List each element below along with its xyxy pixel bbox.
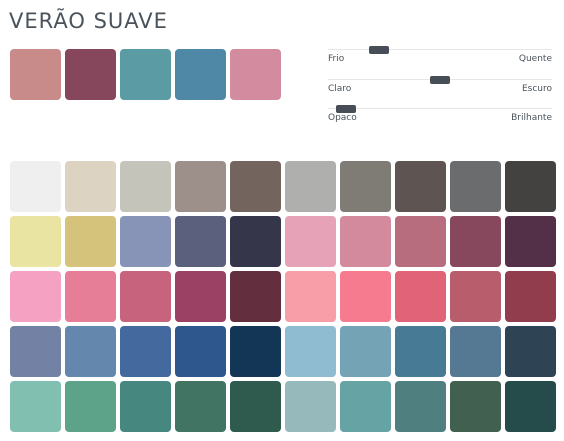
color-swatch[interactable]	[285, 271, 336, 322]
color-swatch[interactable]	[65, 216, 116, 267]
slider-left-label: Frio	[328, 54, 345, 64]
color-swatch[interactable]	[450, 271, 501, 322]
color-swatch[interactable]	[340, 271, 391, 322]
color-swatch[interactable]	[395, 381, 446, 432]
color-swatch[interactable]	[65, 271, 116, 322]
color-swatch[interactable]	[395, 216, 446, 267]
color-swatch[interactable]	[340, 381, 391, 432]
color-swatch[interactable]	[10, 161, 61, 212]
slider-thumb[interactable]	[336, 105, 356, 113]
color-swatch[interactable]	[505, 216, 556, 267]
slider-claro-escuro[interactable]: Claro Escuro	[328, 76, 552, 106]
featured-swatch[interactable]	[230, 49, 281, 100]
color-swatch[interactable]	[505, 271, 556, 322]
featured-swatch[interactable]	[10, 49, 61, 100]
color-swatch[interactable]	[120, 216, 171, 267]
color-swatch[interactable]	[175, 381, 226, 432]
color-swatch[interactable]	[10, 271, 61, 322]
color-swatch[interactable]	[450, 326, 501, 377]
color-swatch[interactable]	[285, 326, 336, 377]
color-swatch[interactable]	[505, 326, 556, 377]
slider-frio-quente[interactable]: Frio Quente	[328, 46, 552, 76]
color-swatch[interactable]	[230, 381, 281, 432]
color-swatch[interactable]	[175, 271, 226, 322]
color-swatch[interactable]	[395, 326, 446, 377]
color-swatch[interactable]	[65, 326, 116, 377]
slider-track	[328, 49, 552, 50]
color-swatch[interactable]	[450, 381, 501, 432]
color-swatch[interactable]	[340, 326, 391, 377]
color-swatch[interactable]	[450, 216, 501, 267]
slider-track	[328, 108, 552, 109]
featured-swatch[interactable]	[120, 49, 171, 100]
slider-right-label: Brilhante	[511, 113, 552, 123]
color-swatch[interactable]	[10, 326, 61, 377]
color-swatch[interactable]	[120, 326, 171, 377]
color-swatch[interactable]	[285, 381, 336, 432]
color-swatch[interactable]	[10, 216, 61, 267]
color-swatch[interactable]	[230, 326, 281, 377]
color-swatch[interactable]	[505, 161, 556, 212]
slider-left-label: Opaco	[328, 113, 357, 123]
color-swatch[interactable]	[450, 161, 501, 212]
slider-left-label: Claro	[328, 84, 352, 94]
color-swatch[interactable]	[285, 216, 336, 267]
color-swatch[interactable]	[175, 216, 226, 267]
color-swatch[interactable]	[175, 326, 226, 377]
featured-swatch[interactable]	[65, 49, 116, 100]
slider-right-label: Escuro	[521, 84, 552, 94]
color-swatch[interactable]	[120, 271, 171, 322]
color-swatch[interactable]	[120, 381, 171, 432]
color-swatch[interactable]	[340, 216, 391, 267]
featured-swatch[interactable]	[175, 49, 226, 100]
color-swatch[interactable]	[10, 381, 61, 432]
color-swatch[interactable]	[175, 161, 226, 212]
color-swatch[interactable]	[65, 161, 116, 212]
color-swatch[interactable]	[230, 216, 281, 267]
color-swatch[interactable]	[340, 161, 391, 212]
color-swatch[interactable]	[395, 161, 446, 212]
color-swatch[interactable]	[285, 161, 336, 212]
slider-opaco-brilhante[interactable]: Opaco Brilhante	[328, 105, 552, 135]
color-swatch[interactable]	[230, 271, 281, 322]
slider-thumb[interactable]	[369, 46, 389, 54]
slider-right-label: Quente	[518, 54, 552, 64]
color-swatch[interactable]	[505, 381, 556, 432]
color-swatch[interactable]	[395, 271, 446, 322]
color-swatch[interactable]	[230, 161, 281, 212]
color-swatch[interactable]	[120, 161, 171, 212]
color-swatch[interactable]	[65, 381, 116, 432]
slider-thumb[interactable]	[430, 76, 450, 84]
palette-title: VERÃO SUAVE	[9, 9, 168, 33]
